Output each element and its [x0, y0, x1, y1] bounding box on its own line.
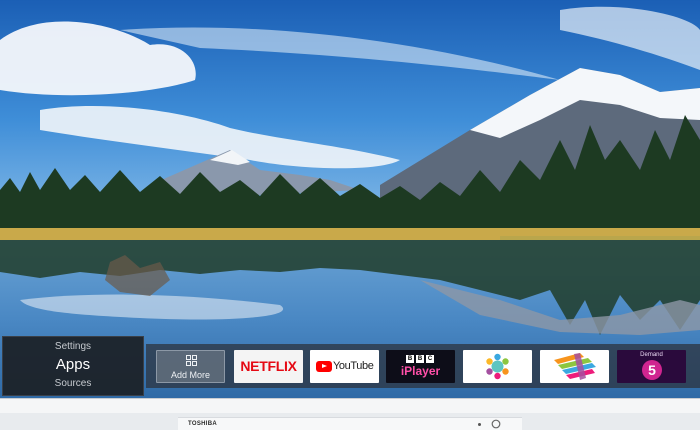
bbc-iplayer-app-tile[interactable]: B B C iPlayer [386, 350, 455, 383]
add-more-tile[interactable]: Add More [156, 350, 225, 383]
itv-hub-app-tile[interactable] [463, 350, 532, 383]
apps-row: Add More NETFLIX YouTube B B C iPlayer D… [146, 344, 700, 388]
menu-item-settings[interactable]: Settings [3, 341, 143, 352]
tv-frame: Settings Apps Sources Add More NETFLIX Y… [0, 0, 700, 430]
bbc-letter: C [426, 355, 434, 363]
itv-hub-logo-icon [486, 353, 509, 380]
youtube-app-tile[interactable]: YouTube [310, 350, 379, 383]
demand5-app-tile[interactable]: Demand 5 [617, 350, 686, 383]
bbc-logo: B B C [406, 355, 436, 363]
brand-panel: TOSHIBA [178, 417, 522, 430]
add-more-grid-icon [186, 355, 197, 366]
demand5-number: 5 [648, 362, 656, 378]
netflix-logo: NETFLIX [240, 358, 297, 374]
iplayer-logo-text: iPlayer [400, 364, 441, 378]
menu-item-apps[interactable]: Apps [3, 356, 143, 373]
all4-app-tile[interactable] [540, 350, 609, 383]
bezel-strip [0, 398, 700, 413]
bbc-letter: B [406, 355, 414, 363]
netflix-app-tile[interactable]: NETFLIX [234, 350, 303, 383]
menu-item-sources[interactable]: Sources [3, 378, 143, 389]
all4-logo-icon [554, 353, 596, 380]
demand5-label: Demand [640, 352, 663, 358]
power-icon[interactable] [491, 419, 501, 429]
youtube-logo-text: YouTube [333, 360, 374, 372]
bbc-letter: B [416, 355, 424, 363]
standby-led [478, 423, 481, 426]
youtube-play-icon [316, 361, 332, 372]
brand-logo: TOSHIBA [188, 421, 217, 427]
add-more-label: Add More [170, 370, 211, 380]
home-menu: Settings Apps Sources [2, 336, 144, 396]
tv-screen: Settings Apps Sources Add More NETFLIX Y… [0, 0, 700, 398]
